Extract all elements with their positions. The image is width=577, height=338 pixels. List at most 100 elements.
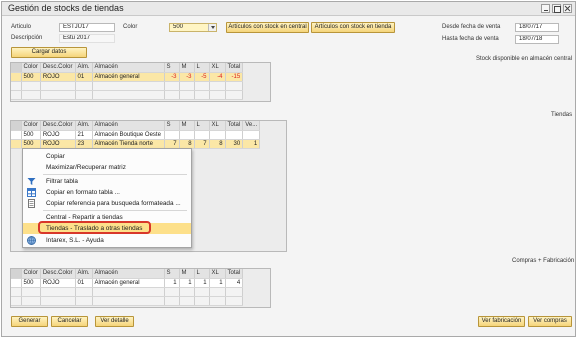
cargar-datos-button[interactable]: Cargar datos <box>11 47 87 58</box>
table-cell[interactable]: 500 <box>21 278 41 288</box>
table-cell[interactable]: ROJO <box>40 278 76 288</box>
table-row[interactable]: 500 ROJO 23 Almacén Tienda norte 7 8 7 8… <box>11 139 261 149</box>
table-row[interactable] <box>11 81 244 91</box>
table-row[interactable] <box>11 296 244 306</box>
chevron-down-icon[interactable] <box>208 24 216 31</box>
table-row[interactable]: 500 ROJO 01 Almacén general 1 1 1 1 4 <box>11 278 244 288</box>
table-cell[interactable]: -4 <box>209 72 226 82</box>
table-cell[interactable]: 1 <box>242 139 261 149</box>
row-header[interactable] <box>11 278 22 288</box>
row-header[interactable] <box>11 139 22 149</box>
table-cell[interactable]: Almacén general <box>92 278 165 288</box>
table-cell[interactable]: -15 <box>225 72 244 82</box>
col-header[interactable]: Alm. <box>75 269 93 279</box>
col-header[interactable]: Almacén <box>92 63 165 73</box>
row-header[interactable] <box>11 130 22 140</box>
table-cell[interactable]: Almacén Boutique Oeste <box>92 130 165 140</box>
col-header[interactable]: XL <box>209 63 226 73</box>
table-cell[interactable]: 500 <box>21 139 41 149</box>
cancelar-button[interactable]: Cancelar <box>51 316 88 327</box>
stock-central-button[interactable]: Artículos con stock en central <box>226 22 309 33</box>
col-header[interactable]: M <box>179 269 195 279</box>
col-header[interactable]: Desc.Color <box>40 121 76 131</box>
col-header[interactable]: Desc.Color <box>40 269 76 279</box>
generar-button[interactable]: Generar <box>11 316 48 327</box>
articulo-field[interactable]: ESTJU17 <box>59 23 115 32</box>
maximize-icon[interactable] <box>552 4 561 13</box>
menu-item-maximizar[interactable]: Maximizar/Recuperar matriz <box>23 162 191 173</box>
col-header[interactable]: Color <box>21 121 41 131</box>
menu-item-copiar[interactable]: Copiar <box>23 151 191 162</box>
table-cell[interactable]: 500 <box>21 72 41 82</box>
table-cell[interactable] <box>242 130 261 140</box>
stock-tienda-button[interactable]: Artículos con stock en tienda <box>311 22 395 33</box>
col-header[interactable]: S <box>164 63 180 73</box>
table-cell[interactable]: Almacén Tienda norte <box>92 139 165 149</box>
table-cell[interactable]: 8 <box>209 139 226 149</box>
table-cell[interactable] <box>179 130 195 140</box>
table-cell[interactable]: 01 <box>75 72 93 82</box>
hasta-field[interactable]: 18/07/18 <box>515 35 559 44</box>
menu-item-ayuda[interactable]: Intarex, S.L. - Ayuda <box>23 235 191 246</box>
table-cell[interactable] <box>209 130 226 140</box>
table-row[interactable]: 500 ROJO 01 Almacén general -3 -3 -5 -4 … <box>11 72 244 82</box>
col-header[interactable]: Ve... <box>242 121 261 131</box>
ver-detalle-button[interactable]: Ver detalle <box>95 316 134 327</box>
col-header[interactable]: Alm. <box>75 63 93 73</box>
col-header[interactable]: Alm. <box>75 121 93 131</box>
ver-compras-button[interactable]: Ver compras <box>528 316 572 327</box>
row-header[interactable] <box>11 72 22 82</box>
col-header[interactable]: Color <box>21 269 41 279</box>
col-header[interactable]: Almacén <box>92 269 165 279</box>
col-header[interactable]: Total <box>225 63 244 73</box>
col-header[interactable]: L <box>194 121 210 131</box>
table-cell[interactable]: Almacén general <box>92 72 165 82</box>
table-cell[interactable] <box>164 130 180 140</box>
table-cell[interactable] <box>225 130 244 140</box>
table-cell[interactable]: -5 <box>194 72 210 82</box>
col-header[interactable]: S <box>164 269 180 279</box>
col-header[interactable]: M <box>179 63 195 73</box>
table-cell[interactable]: -3 <box>179 72 195 82</box>
table-cell[interactable]: 500 <box>21 130 41 140</box>
col-header[interactable]: L <box>194 269 210 279</box>
table-row[interactable]: 500 ROJO 21 Almacén Boutique Oeste <box>11 130 261 140</box>
menu-item-copiar-tabla[interactable]: Copiar en formato tabla ... <box>23 187 191 198</box>
ver-fabricacion-button[interactable]: Ver fabricación <box>478 316 525 327</box>
col-header[interactable]: Desc.Color <box>40 63 76 73</box>
color-select[interactable]: 500 <box>169 23 217 32</box>
col-header[interactable]: M <box>179 121 195 131</box>
menu-item-copiar-referencia[interactable]: Copiar referencia para busqueda formatea… <box>23 198 191 209</box>
table-cell[interactable]: ROJO <box>40 130 76 140</box>
table-cell[interactable]: 21 <box>75 130 93 140</box>
table-cell[interactable]: 1 <box>209 278 226 288</box>
col-header[interactable]: Total <box>225 269 244 279</box>
table-cell[interactable]: 1 <box>164 278 180 288</box>
table-cell[interactable]: 4 <box>225 278 244 288</box>
col-header[interactable]: Color <box>21 63 41 73</box>
table-cell[interactable]: 1 <box>179 278 195 288</box>
table-cell[interactable]: 7 <box>164 139 180 149</box>
table-row[interactable] <box>11 287 244 297</box>
desde-field[interactable]: 18/07/17 <box>515 23 559 32</box>
table-cell[interactable]: 01 <box>75 278 93 288</box>
table-cell[interactable]: -3 <box>164 72 180 82</box>
table-cell[interactable]: 23 <box>75 139 93 149</box>
col-header[interactable]: S <box>164 121 180 131</box>
col-header[interactable]: Total <box>225 121 244 131</box>
table-cell[interactable] <box>194 130 210 140</box>
menu-item-filtrar[interactable]: Filtrar tabla <box>23 176 191 187</box>
col-header[interactable]: Almacén <box>92 121 165 131</box>
col-header[interactable]: XL <box>209 269 226 279</box>
col-header[interactable]: L <box>194 63 210 73</box>
table-row[interactable] <box>11 90 244 100</box>
table-cell[interactable]: ROJO <box>40 72 76 82</box>
table-cell[interactable]: ROJO <box>40 139 76 149</box>
col-header[interactable]: XL <box>209 121 226 131</box>
table-cell[interactable]: 7 <box>194 139 210 149</box>
table-cell[interactable]: 8 <box>179 139 195 149</box>
table-cell[interactable]: 30 <box>225 139 244 149</box>
table-cell[interactable]: 1 <box>194 278 210 288</box>
close-icon[interactable] <box>563 4 572 13</box>
minimize-icon[interactable] <box>541 4 550 13</box>
